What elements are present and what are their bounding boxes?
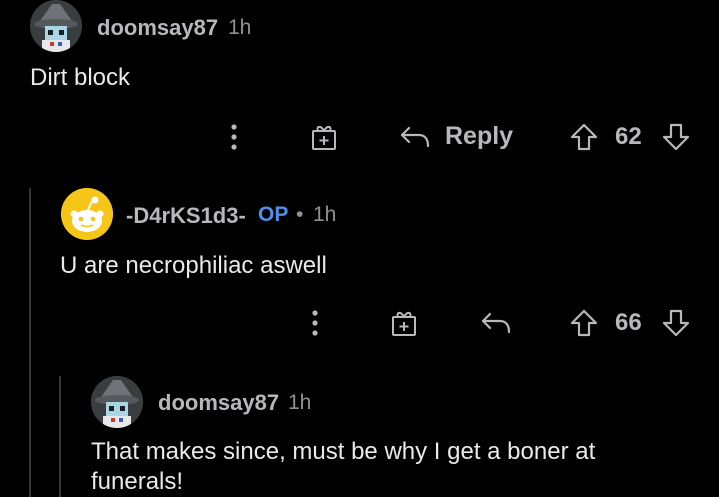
reply-arrow-icon[interactable] (398, 122, 432, 152)
award-gift-icon[interactable] (307, 120, 341, 154)
comment-timestamp: 1h (313, 203, 337, 226)
comment-author[interactable]: -D4rKS1d3- (126, 203, 246, 229)
award-gift-icon[interactable] (387, 306, 421, 340)
more-options-icon[interactable] (305, 308, 325, 338)
op-badge: OP (258, 203, 289, 226)
wizard-avatar[interactable] (91, 376, 143, 428)
upvote-icon[interactable] (567, 306, 601, 340)
snoo-avatar[interactable] (61, 188, 113, 240)
reply-arrow-icon[interactable] (479, 308, 513, 338)
vote-score: 62 (615, 123, 642, 150)
downvote-icon[interactable] (659, 306, 693, 340)
comment-body: That makes since, must be why I get a bo… (91, 438, 596, 495)
comment-timestamp: 1h (288, 391, 312, 414)
thread-line-level-1[interactable] (29, 188, 31, 497)
comment-timestamp: 1h (228, 16, 252, 39)
more-options-icon[interactable] (224, 122, 244, 152)
upvote-icon[interactable] (567, 120, 601, 154)
vote-score: 66 (615, 309, 642, 336)
downvote-icon[interactable] (659, 120, 693, 154)
comment-body: Dirt block (30, 64, 131, 91)
wizard-avatar[interactable] (30, 0, 82, 52)
comment-body: U are necrophiliac aswell (60, 252, 327, 279)
meta-separator: • (296, 203, 304, 226)
reply-button[interactable]: Reply (445, 122, 513, 151)
comment-author[interactable]: doomsay87 (97, 15, 218, 41)
thread-line-level-2[interactable] (59, 376, 61, 497)
comment-author[interactable]: doomsay87 (158, 390, 279, 416)
